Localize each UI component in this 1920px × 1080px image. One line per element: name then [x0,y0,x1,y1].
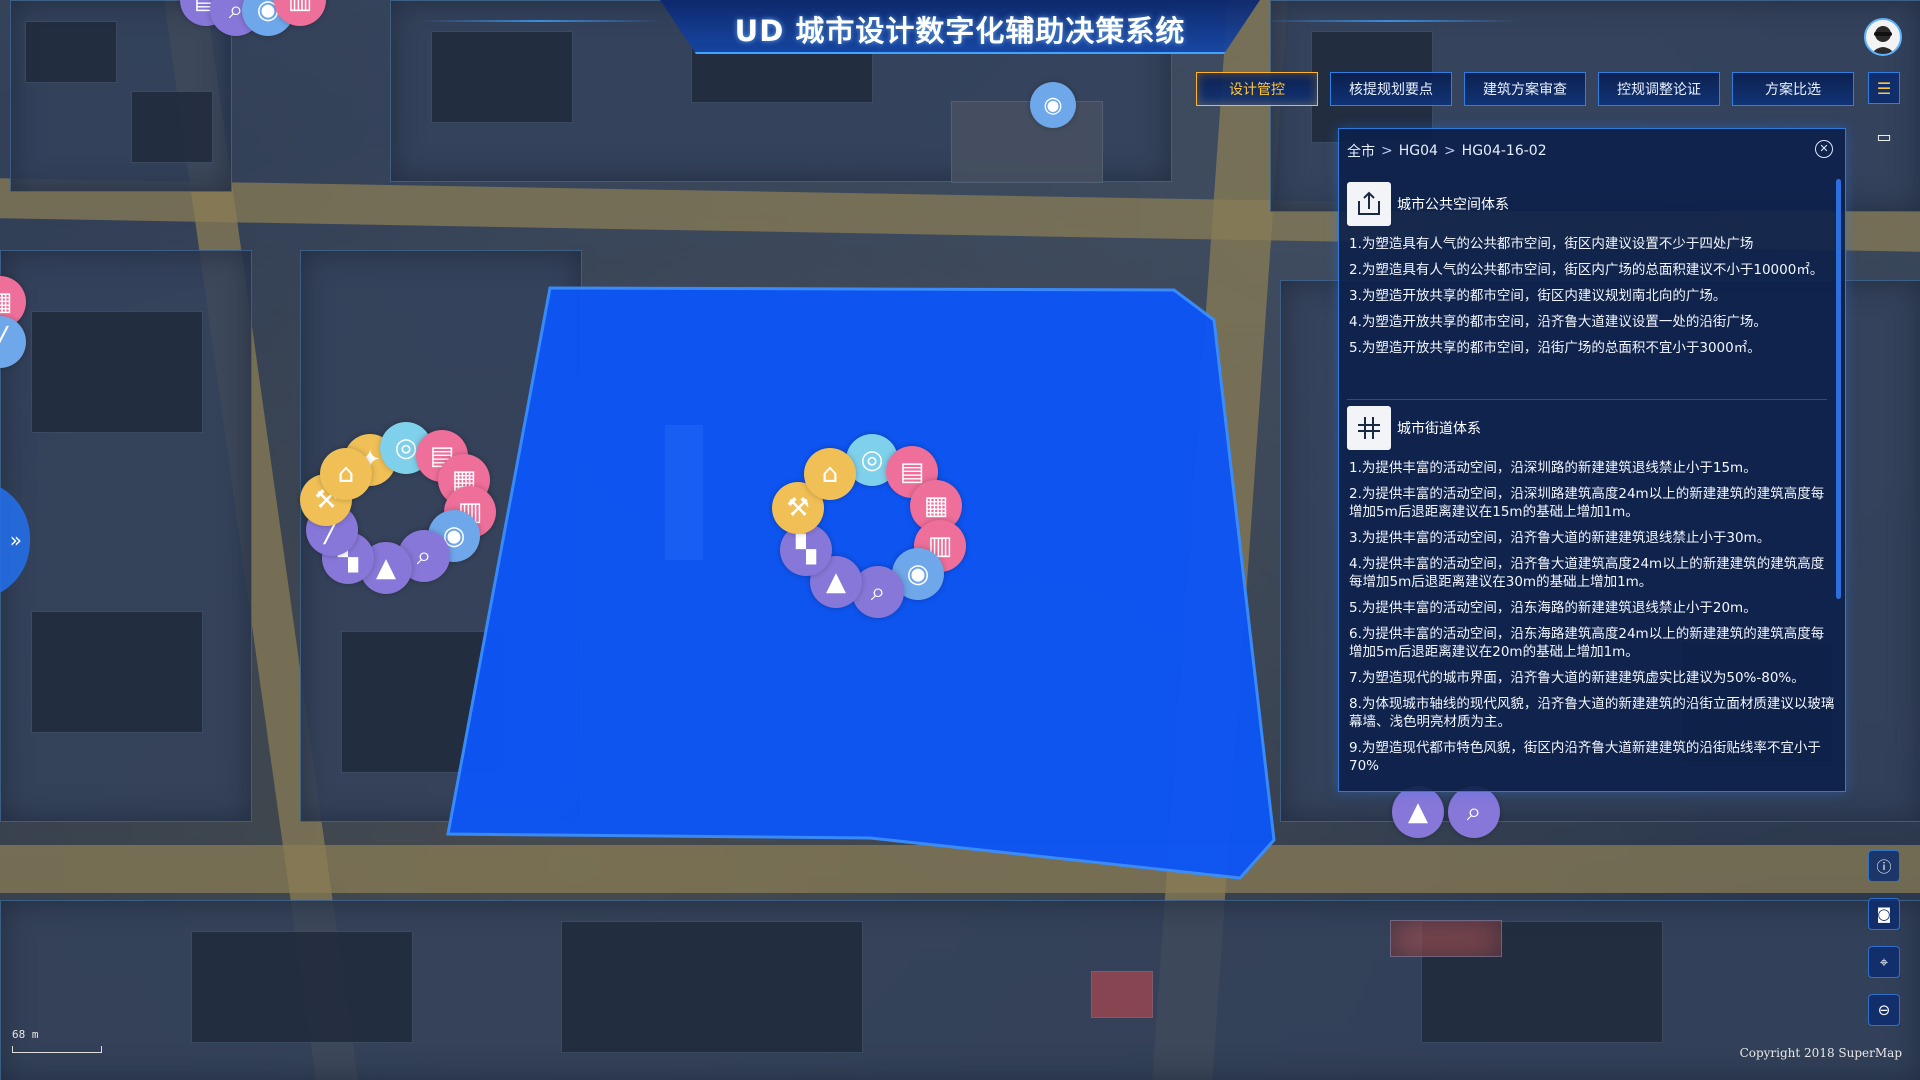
list-item: 3.为塑造开放共享的都市空间，街区内建议规划南北向的广场。 [1349,288,1727,304]
poi-cluster-center[interactable]: ◎ ▤ ▦ ▥ ◉ ⌕ ▲ ▚ ⚒ ⌂ [770,430,990,618]
house-icon[interactable]: ⌂ [804,448,856,500]
chevron-right-icon: > [1443,143,1456,159]
list-item: 5.为塑造开放共享的都市空间，沿街广场的总面积不宜小于3000㎡。 [1349,340,1761,356]
house-icon[interactable]: ⌂ [320,448,372,500]
section-public-space: 城市公共空间体系 1.为塑造具有人气的公共都市空间，街区内建议设置不少于四处广场… [1347,181,1835,365]
section-title: 城市街道体系 [1397,421,1481,437]
tab-building-review[interactable]: 建筑方案审查 [1464,72,1586,106]
list-icon: ☰ [1876,78,1892,98]
scale-label: 68 m [12,1028,39,1041]
section-items: 1.为塑造具有人气的公共都市空间，街区内建议设置不少于四处广场 2.为塑造具有人… [1349,235,1835,357]
camera-marker-icon[interactable]: ◉ [1030,82,1076,128]
tab-scheme-compare[interactable]: 方案比选 [1732,72,1854,106]
list-item: 4.为塑造开放共享的都市空间，沿齐鲁大道建议设置一处的沿街广场。 [1349,314,1767,330]
list-item: 8.为体现城市轴线的现代风貌，沿齐鲁大道的新建建筑的沿街立面材质建议以玻璃幕墙、… [1349,696,1835,730]
poi-cluster-left[interactable]: ✦ ◎ ▤ ▦ ▥ ◉ ⌕ ▲ ▚ ╱ ⚒ ⌂ [300,420,520,600]
section-header: 城市街道体系 [1347,405,1835,451]
top-nav: 设计管控 核提规划要点 建筑方案审查 控规调整论证 方案比选 [1196,72,1854,106]
search-building-icon[interactable]: ⌕ [1448,786,1500,838]
user-avatar-icon [1871,26,1895,54]
chevron-double-right-icon: » [9,528,22,552]
list-menu-button[interactable]: ☰ [1868,72,1900,104]
list-item: 6.为提供丰富的活动空间，沿东海路建筑高度24m以上的新建建筑的建筑高度每增加5… [1349,626,1825,660]
panel-scrollbar[interactable] [1836,179,1841,599]
section-street-system: 城市街道体系 1.为提供丰富的活动空间，沿深圳路的新建建筑退线禁止小于15m。 … [1347,405,1835,785]
header-line-left [420,20,660,22]
toolbox-icon: ▭ [1876,126,1892,146]
locate-icon: ⌖ [1879,953,1889,971]
breadcrumb-item-district[interactable]: HG04 [1399,143,1438,159]
user-avatar[interactable] [1864,18,1902,56]
list-item: 2.为塑造具有人气的公共都市空间，街区内广场的总面积建议不小于10000㎡。 [1349,262,1824,278]
list-item: 3.为提供丰富的活动空间，沿齐鲁大道的新建建筑退线禁止小于30m。 [1349,530,1771,546]
list-item: 9.为塑造现代都市特色风貌，街区内沿齐鲁大道新建建筑的沿街贴线率不宜小于70% [1349,740,1821,774]
info-panel: 全市 > HG04 > HG04-16-02 ✕ 城市公共空间体系 1.为塑造具… [1338,128,1846,792]
poi-cluster-left-edge[interactable]: ▦ ╱ [0,276,34,376]
street-system-icon [1347,406,1391,450]
header: UD 城市设计数字化辅助决策系统 [660,0,1260,54]
scale-bar [12,1046,102,1053]
toggle-icon: ⊖ [1877,1001,1891,1019]
locate-button[interactable]: ⌖ [1868,946,1900,978]
copyright-text: Copyright 2018 SuperMap [1739,1046,1902,1060]
list-item: 7.为塑造现代的城市界面，沿齐鲁大道的新建建筑虚实比建议为50%-80%。 [1349,670,1805,686]
list-item: 2.为提供丰富的活动空间，沿深圳路建筑高度24m以上的新建建筑的建筑高度每增加5… [1349,486,1825,520]
public-space-icon [1347,182,1391,226]
section-divider [1347,399,1827,400]
toggle-button[interactable]: ⊖ [1868,994,1900,1026]
section-items: 1.为提供丰富的活动空间，沿深圳路的新建建筑退线禁止小于15m。 2.为提供丰富… [1349,459,1835,775]
list-item: 4.为提供丰富的活动空间，沿齐鲁大道建筑高度24m以上的新建建筑的建筑高度每增加… [1349,556,1825,590]
info-button[interactable]: ⓘ [1868,850,1900,882]
section-header: 城市公共空间体系 [1347,181,1835,227]
tab-planning-points[interactable]: 核提规划要点 [1330,72,1452,106]
list-item: 5.为提供丰富的活动空间，沿东海路的新建建筑退线禁止小于20m。 [1349,600,1757,616]
breadcrumb: 全市 > HG04 > HG04-16-02 [1347,141,1547,161]
tab-design-control[interactable]: 设计管控 [1196,72,1318,106]
header-line-right [1260,20,1520,22]
poi-cluster-top-left[interactable]: ▤ ⌕ ◉ ▥ [180,0,326,44]
breadcrumb-item-city[interactable]: 全市 [1347,141,1375,161]
info-icon: ⓘ [1876,857,1892,876]
poi-cluster-under-panel[interactable]: ▲ ⌕ [1392,786,1532,846]
ruler-icon[interactable]: ╱ [0,316,26,368]
section-title: 城市公共空间体系 [1397,197,1509,213]
close-icon[interactable]: ✕ [1815,140,1833,158]
tab-zoning-adjustment[interactable]: 控规调整论证 [1598,72,1720,106]
app-title: UD 城市设计数字化辅助决策系统 [734,14,1186,48]
breadcrumb-item-plot[interactable]: HG04-16-02 [1462,143,1547,159]
screenshot-button[interactable]: ◙ [1868,898,1900,930]
camera-icon: ◙ [1876,905,1892,923]
list-item: 1.为提供丰富的活动空间，沿深圳路的新建建筑退线禁止小于15m。 [1349,460,1757,476]
list-item: 1.为塑造具有人气的公共都市空间，街区内建议设置不少于四处广场 [1349,236,1754,252]
toolbox-button[interactable]: ▭ [1868,122,1900,150]
chevron-right-icon: > [1381,143,1393,159]
city-icon[interactable]: ▲ [1392,786,1444,838]
